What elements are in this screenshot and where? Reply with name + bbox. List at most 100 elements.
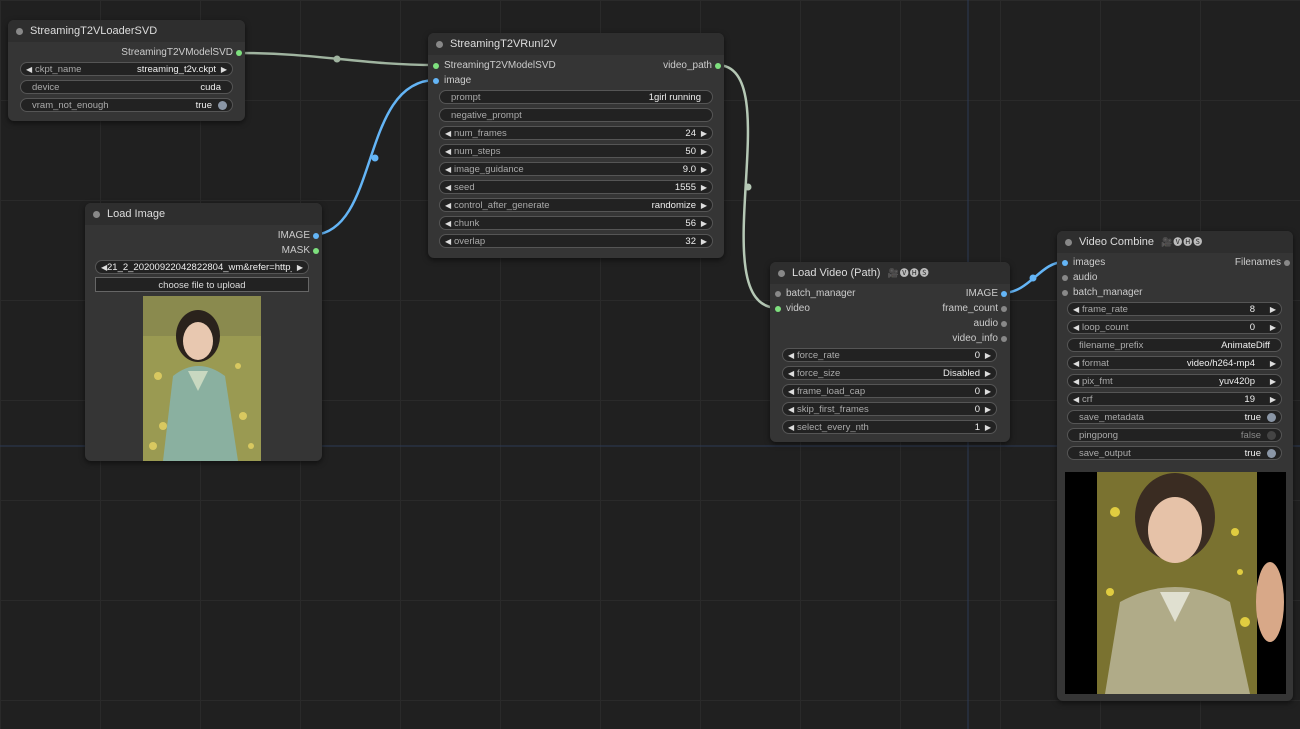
input-dot-icon[interactable] xyxy=(775,306,781,312)
collapse-dot-icon[interactable] xyxy=(778,270,785,277)
arrow-right-icon[interactable]: ▶ xyxy=(1270,393,1276,405)
arrow-right-icon[interactable]: ▶ xyxy=(701,199,707,211)
output-image[interactable]: IMAGE xyxy=(966,287,1010,301)
widget-negative-prompt[interactable]: negative_prompt xyxy=(439,108,713,122)
output-dot-icon[interactable] xyxy=(715,63,721,69)
arrow-right-icon[interactable]: ▶ xyxy=(1270,357,1276,369)
input-dot-icon[interactable] xyxy=(433,63,439,69)
output-streaming-t2v-model[interactable]: StreamingT2VModelSVD xyxy=(121,46,245,60)
node-title[interactable]: StreamingT2VLoaderSVD xyxy=(8,20,245,42)
widget-save-output[interactable]: save_output true xyxy=(1067,446,1282,460)
widget-image-guidance[interactable]: ◀ image_guidance 9.0 ▶ xyxy=(439,162,713,176)
toggle-knob-icon[interactable] xyxy=(218,101,227,110)
output-audio[interactable]: audio xyxy=(974,317,1010,331)
arrow-left-icon[interactable]: ◀ xyxy=(788,367,794,379)
arrow-right-icon[interactable]: ▶ xyxy=(985,385,991,397)
output-dot-icon[interactable] xyxy=(1001,306,1007,312)
arrow-right-icon[interactable]: ▶ xyxy=(701,235,707,247)
arrow-right-icon[interactable]: ▶ xyxy=(701,217,707,229)
widget-select-every-nth[interactable]: ◀ select_every_nth 1 ▶ xyxy=(782,420,997,434)
output-dot-icon[interactable] xyxy=(313,233,319,239)
collapse-dot-icon[interactable] xyxy=(436,41,443,48)
widget-image-file[interactable]: ◀ 21_2_20200922042822804_wm&refer=http__… xyxy=(95,260,309,274)
node-streaming-t2v-loader[interactable]: StreamingT2VLoaderSVD StreamingT2VModelS… xyxy=(8,20,245,121)
arrow-left-icon[interactable]: ◀ xyxy=(788,385,794,397)
arrow-right-icon[interactable]: ▶ xyxy=(1270,321,1276,333)
widget-format[interactable]: ◀ format video/h264-mp4 ▶ xyxy=(1067,356,1282,370)
upload-button[interactable]: choose file to upload xyxy=(95,277,309,292)
node-load-video-path[interactable]: Load Video (Path) 🎥🅥🅗🅢 batch_manager vid… xyxy=(770,262,1010,442)
input-batch-manager[interactable]: batch_manager xyxy=(772,287,856,301)
arrow-left-icon[interactable]: ◀ xyxy=(1073,393,1079,405)
node-title[interactable]: StreamingT2VRunI2V xyxy=(428,33,724,55)
widget-num-steps[interactable]: ◀ num_steps 50 ▶ xyxy=(439,144,713,158)
girl-video-preview[interactable] xyxy=(1065,472,1286,694)
input-streaming-t2v-model[interactable]: StreamingT2VModelSVD xyxy=(430,59,556,73)
arrow-left-icon[interactable]: ◀ xyxy=(445,217,451,229)
widget-seed[interactable]: ◀ seed 1555 ▶ xyxy=(439,180,713,194)
input-image[interactable]: image xyxy=(430,74,471,88)
arrow-right-icon[interactable]: ▶ xyxy=(985,367,991,379)
arrow-left-icon[interactable]: ◀ xyxy=(445,181,451,193)
arrow-right-icon[interactable]: ▶ xyxy=(701,163,707,175)
toggle-knob-icon[interactable] xyxy=(1267,449,1276,458)
arrow-right-icon[interactable]: ▶ xyxy=(701,145,707,157)
link-video-path[interactable] xyxy=(716,63,779,310)
widget-skip-first-frames[interactable]: ◀ skip_first_frames 0 ▶ xyxy=(782,402,997,416)
widget-prompt[interactable]: prompt 1girl running xyxy=(439,90,713,104)
widget-overlap[interactable]: ◀ overlap 32 ▶ xyxy=(439,234,713,248)
node-title[interactable]: Load Image xyxy=(85,203,322,225)
link-model[interactable] xyxy=(237,51,437,67)
input-dot-icon[interactable] xyxy=(775,291,781,297)
widget-frame-load-cap[interactable]: ◀ frame_load_cap 0 ▶ xyxy=(782,384,997,398)
widget-ckpt-name[interactable]: ◀ ckpt_name streaming_t2v.ckpt ▶ xyxy=(20,62,233,76)
input-video[interactable]: video xyxy=(772,302,810,316)
arrow-left-icon[interactable]: ◀ xyxy=(788,403,794,415)
output-mask[interactable]: MASK xyxy=(282,244,322,258)
input-batch-manager[interactable]: batch_manager xyxy=(1059,286,1143,300)
arrow-left-icon[interactable]: ◀ xyxy=(445,199,451,211)
widget-pix-fmt[interactable]: ◀ pix_fmt yuv420p ▶ xyxy=(1067,374,1282,388)
arrow-right-icon[interactable]: ▶ xyxy=(985,403,991,415)
widget-pingpong[interactable]: pingpong false xyxy=(1067,428,1282,442)
widget-frame-rate[interactable]: ◀ frame_rate 8 ▶ xyxy=(1067,302,1282,316)
widget-num-frames[interactable]: ◀ num_frames 24 ▶ xyxy=(439,126,713,140)
output-dot-icon[interactable] xyxy=(1001,336,1007,342)
arrow-left-icon[interactable]: ◀ xyxy=(445,163,451,175)
output-dot-icon[interactable] xyxy=(236,50,242,56)
arrow-right-icon[interactable]: ▶ xyxy=(1270,303,1276,315)
widget-vram-not-enough[interactable]: vram_not_enough true xyxy=(20,98,233,112)
link-frames[interactable] xyxy=(1001,260,1065,295)
widget-force-rate[interactable]: ◀ force_rate 0 ▶ xyxy=(782,348,997,362)
input-dot-icon[interactable] xyxy=(1062,290,1068,296)
node-video-combine[interactable]: Video Combine 🎥🅥🅗🅢 images audio batch_ma… xyxy=(1057,231,1293,701)
node-load-image[interactable]: Load Image IMAGE MASK ◀ 21_2_20200922042… xyxy=(85,203,322,461)
arrow-right-icon[interactable]: ▶ xyxy=(297,261,303,273)
widget-loop-count[interactable]: ◀ loop_count 0 ▶ xyxy=(1067,320,1282,334)
collapse-dot-icon[interactable] xyxy=(1065,239,1072,246)
arrow-right-icon[interactable]: ▶ xyxy=(701,127,707,139)
input-dot-icon[interactable] xyxy=(1062,260,1068,266)
arrow-left-icon[interactable]: ◀ xyxy=(445,235,451,247)
arrow-left-icon[interactable]: ◀ xyxy=(1073,321,1079,333)
collapse-dot-icon[interactable] xyxy=(16,28,23,35)
input-audio[interactable]: audio xyxy=(1059,271,1097,285)
output-frame-count[interactable]: frame_count xyxy=(942,302,1010,316)
output-video-path[interactable]: video_path xyxy=(663,59,724,73)
arrow-right-icon[interactable]: ▶ xyxy=(1270,375,1276,387)
arrow-left-icon[interactable]: ◀ xyxy=(788,349,794,361)
arrow-left-icon[interactable]: ◀ xyxy=(445,145,451,157)
arrow-right-icon[interactable]: ▶ xyxy=(985,349,991,361)
node-title[interactable]: Load Video (Path) 🎥🅥🅗🅢 xyxy=(770,262,1010,284)
widget-device[interactable]: device cuda xyxy=(20,80,233,94)
widget-force-size[interactable]: ◀ force_size Disabled ▶ xyxy=(782,366,997,380)
node-streaming-t2v-run-i2v[interactable]: StreamingT2VRunI2V StreamingT2VModelSVD … xyxy=(428,33,724,258)
input-images[interactable]: images xyxy=(1059,256,1105,270)
output-dot-icon[interactable] xyxy=(1001,291,1007,297)
toggle-knob-icon[interactable] xyxy=(1267,413,1276,422)
input-dot-icon[interactable] xyxy=(433,78,439,84)
output-dot-icon[interactable] xyxy=(1284,260,1290,266)
input-dot-icon[interactable] xyxy=(1062,275,1068,281)
arrow-left-icon[interactable]: ◀ xyxy=(1073,357,1079,369)
arrow-left-icon[interactable]: ◀ xyxy=(1073,375,1079,387)
